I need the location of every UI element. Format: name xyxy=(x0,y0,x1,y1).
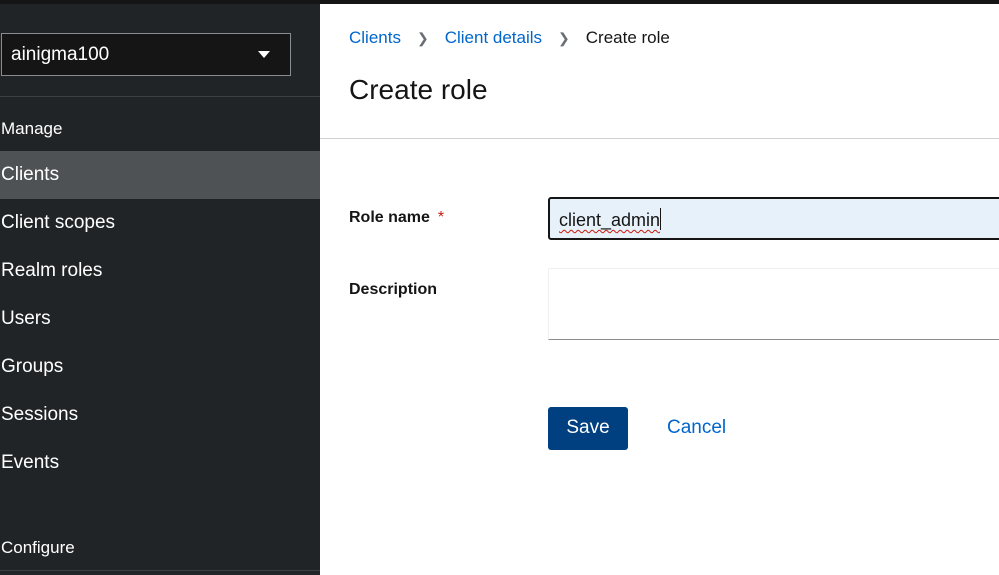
sidebar-item-label: Sessions xyxy=(1,404,79,425)
section-heading-manage: Manage xyxy=(1,119,63,138)
sidebar-item-label: Users xyxy=(1,308,51,329)
sidebar-item-users[interactable]: Users xyxy=(0,295,320,343)
sidebar-divider xyxy=(0,96,320,97)
breadcrumb-link-clients[interactable]: Clients xyxy=(349,28,401,48)
sidebar-item-groups[interactable]: Groups xyxy=(0,343,320,391)
sidebar-item-realm-roles[interactable]: Realm roles xyxy=(0,247,320,295)
chevron-right-icon: ❯ xyxy=(558,29,570,46)
sidebar-item-sessions[interactable]: Sessions xyxy=(0,391,320,439)
realm-selector[interactable]: ainigma100 xyxy=(1,33,291,76)
caret-down-icon xyxy=(258,51,270,58)
realm-selector-value: ainigma100 xyxy=(11,44,110,65)
sidebar-item-label: Groups xyxy=(1,356,64,377)
sidebar-item-label: Realm roles xyxy=(1,260,103,281)
sidebar-item-client-scopes[interactable]: Client scopes xyxy=(0,199,320,247)
sidebar-item-label: Clients xyxy=(1,164,60,185)
sidebar-item-events[interactable]: Events xyxy=(0,439,320,487)
required-marker: * xyxy=(437,209,445,226)
breadcrumb-current: Create role xyxy=(585,28,670,47)
main-content: Clients ❯ Client details ❯ Create role C… xyxy=(320,4,999,575)
breadcrumb-link-client-details[interactable]: Client details xyxy=(445,28,542,48)
page-title: Create role xyxy=(349,74,488,105)
sidebar-item-label: Client scopes xyxy=(1,212,116,233)
role-name-label-text: Role name xyxy=(349,209,430,226)
section-heading-configure: Configure xyxy=(1,538,75,557)
cancel-button[interactable]: Cancel xyxy=(667,417,726,439)
sidebar-item-clients[interactable]: Clients xyxy=(0,151,320,199)
role-name-input[interactable]: client_admin xyxy=(548,197,999,240)
text-cursor xyxy=(660,208,662,230)
role-name-label: Role name * xyxy=(349,209,444,227)
breadcrumb: Clients ❯ Client details ❯ Create role xyxy=(349,28,670,48)
sidebar-divider xyxy=(0,570,320,571)
chevron-right-icon: ❯ xyxy=(416,29,429,46)
sidebar: ainigma100 Manage Clients Client scopes … xyxy=(0,4,320,575)
description-textarea[interactable] xyxy=(548,268,999,340)
role-name-input-value: client_admin xyxy=(559,210,661,230)
header-divider xyxy=(320,138,999,139)
description-label: Description xyxy=(349,281,438,298)
save-button[interactable]: Save xyxy=(548,407,628,450)
sidebar-item-label: Events xyxy=(1,452,60,473)
